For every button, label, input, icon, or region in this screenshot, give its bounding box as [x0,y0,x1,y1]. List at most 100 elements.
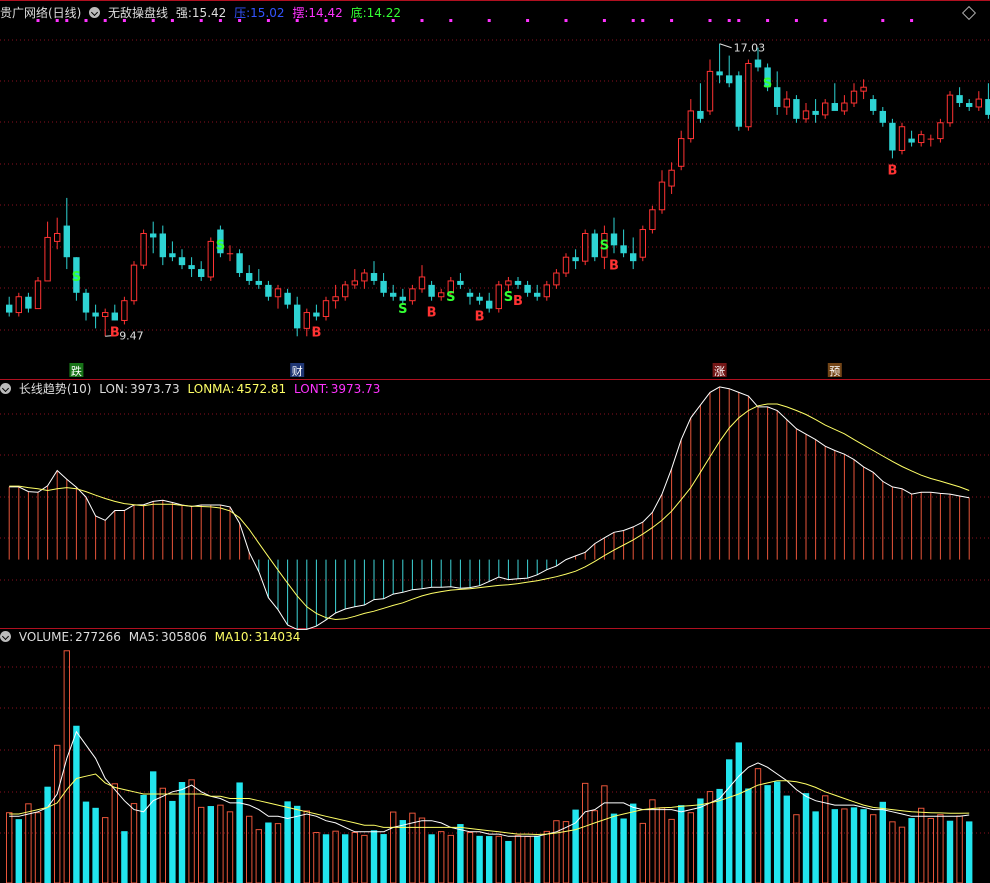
chevron-down-icon[interactable] [0,383,11,394]
candle-body [207,240,215,278]
candle-body [630,253,637,262]
chevron-down-icon[interactable] [0,631,11,642]
candle-body [236,253,243,274]
stock-name: 贵广网络(日线) [0,6,82,20]
candle-body [63,225,70,258]
volume-bar [649,799,656,883]
volume-bar [802,793,810,883]
volume-bar [6,812,13,883]
candle-body [159,233,166,258]
volume-bar [620,818,627,883]
event-tag: 跌 [71,364,82,378]
buy-signal-label: B [110,325,120,340]
candle-body [831,103,838,111]
volume-bar [908,818,915,883]
candle-body [898,126,906,151]
candle-body [130,264,138,302]
volume-bar [447,834,455,883]
candle-body [774,87,781,107]
candle-body [342,284,349,298]
volume-bar [966,821,973,883]
volume-bar [121,831,128,883]
lon-title[interactable]: 长线趋势(10) [19,382,92,396]
volume-bar [927,817,934,883]
volume-bar [889,821,896,883]
top-mark [670,19,674,22]
candle-body [534,292,541,297]
volume-bar [294,805,301,883]
candle-body [572,257,579,262]
top-mark [737,19,741,22]
candle-body [985,99,990,115]
candle-body [92,312,99,317]
volume-bar [25,803,32,883]
candle-body [322,300,330,318]
lon-label: LON: [99,382,129,396]
event-tag: 预 [829,365,840,378]
volume-bar [92,807,99,883]
volume-bar [102,817,109,883]
volume-title[interactable]: VOLUME: [19,630,73,644]
top-mark [823,19,827,22]
volume-bar [860,809,867,883]
di-value: 14.22 [366,6,401,20]
candle-body [841,102,848,112]
volume-bar [265,822,272,883]
top-mark [602,19,606,22]
candle-body [265,284,272,297]
candle-body [476,296,483,301]
candle-body [351,280,359,286]
candle-body [255,280,262,285]
candle-body [188,265,195,270]
volume-bar [207,806,214,883]
candle-body [284,292,291,305]
volume-bar [284,801,291,883]
candle-body [927,138,934,140]
lonma-label: LONMA: [187,382,235,396]
candle-body [313,312,320,317]
chevron-down-icon[interactable] [89,7,101,18]
volume-bar [591,810,598,883]
volume-bar [706,791,714,883]
volume-bar [831,809,838,883]
candle-body [706,70,714,112]
candle-body [745,62,752,128]
ya-value: 15.02 [250,6,285,20]
candle-body [54,232,61,242]
candle-body [946,94,954,124]
volume-bar [639,822,646,883]
volume-bar [582,782,589,883]
volume-bar [255,829,263,883]
buy-signal-label: B [475,310,485,325]
candle-body [438,292,445,298]
bai-label: 摆: [292,6,309,20]
candle-body [390,292,397,297]
top-mark [727,19,731,22]
buy-signal-label: B [427,306,437,321]
candle-body [15,296,23,314]
volume-bar [630,803,637,883]
chart-canvas: 17.039.47SBSBS BSBS BSBSB跌财涨预 [0,0,990,883]
volume-bar [918,807,925,883]
candle-body [82,292,90,313]
volume-bar [774,781,781,883]
buy-signal-label: B [609,258,619,273]
candle-body [553,272,560,286]
buy-signal-label: B [513,294,523,309]
candle-body [399,296,406,301]
candle-body [668,169,675,187]
candle-body [543,284,550,298]
volume-bar [486,836,493,883]
ma5-value: 305806 [161,630,207,644]
indicator-name[interactable]: 无敌操盘线 [108,6,168,20]
volume-bar [236,782,243,883]
top-mark [641,19,645,22]
lonma-value: 4572.81 [236,382,287,396]
volume-bar [697,798,704,883]
volume-bar [658,807,666,883]
candle-body [889,122,896,151]
volume-bar [879,801,886,883]
volume-bar [841,808,848,883]
volume-bar [150,771,157,883]
candle-body [610,233,618,246]
